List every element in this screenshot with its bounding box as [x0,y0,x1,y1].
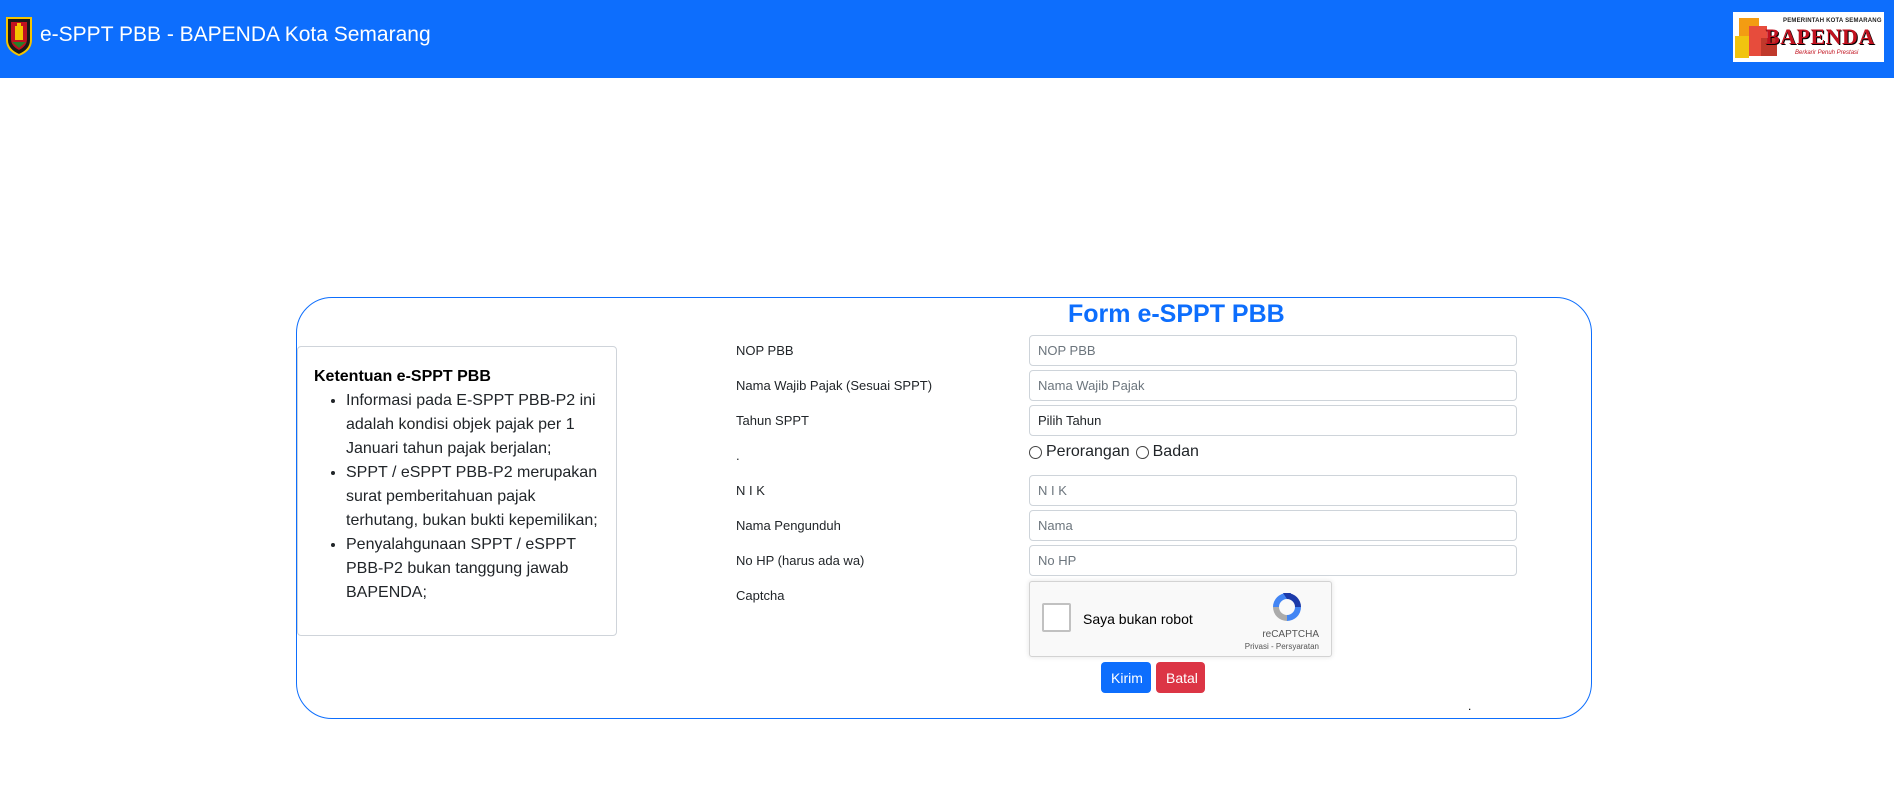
form-title: Form e-SPPT PBB [1068,300,1285,328]
nama-pengunduh-input[interactable] [1029,510,1517,541]
submit-button[interactable]: Kirim [1101,662,1151,693]
recaptcha-brand: reCAPTCHA [1262,629,1319,640]
info-title: Ketentuan e-SPPT PBB [314,368,491,385]
tahun-sppt-label: Tahun SPPT [736,413,809,428]
badan-radio-label[interactable]: Badan [1153,443,1199,461]
cancel-button[interactable]: Batal [1156,662,1205,693]
badan-radio[interactable] [1135,445,1149,459]
perorangan-radio-label[interactable]: Perorangan [1046,443,1130,461]
logo-main-text: BAPENDA [1765,24,1875,49]
taxpayer-type-radio-group: Perorangan Badan [1029,443,1199,461]
nik-label: N I K [736,483,765,498]
perorangan-radio[interactable] [1029,445,1042,459]
captcha-label: Captcha [736,588,785,603]
nik-input[interactable] [1029,475,1517,506]
nama-wajib-pajak-label: Nama Wajib Pajak (Sesuai SPPT) [736,378,933,393]
app-title: e-SPPT PBB - BAPENDA Kota Semarang [40,23,431,46]
info-item: SPPT / eSPPT PBB-P2 merupakan surat pemb… [346,461,602,533]
recaptcha-widget: Saya bukan robot reCAPTCHA Privasi - Per… [1029,581,1332,657]
info-item: Penyalahgunaan SPPT / eSPPT PBB-P2 bukan… [346,533,602,605]
top-navbar: e-SPPT PBB - BAPENDA Kota Semarang PEMER… [0,0,1894,78]
recaptcha-label: Saya bukan robot [1083,611,1193,627]
tahun-sppt-select[interactable]: Pilih Tahun [1029,405,1517,436]
no-hp-input[interactable] [1029,545,1517,576]
logo-tagline: Berkarir Penuh Prestasi [1795,50,1859,56]
bapenda-logo: PEMERINTAH KOTA SEMARANG BAPENDA Berkari… [1733,12,1884,62]
info-list: Informasi pada E-SPPT PBB-P2 ini adalah … [346,389,602,605]
no-hp-label: No HP (harus ada wa) [736,553,865,568]
tahun-sppt-selected: Pilih Tahun [1038,413,1102,428]
recaptcha-terms-link[interactable]: Privasi - Persyaratan [1245,642,1319,651]
info-box: Ketentuan e-SPPT PBB Informasi pada E-SP… [297,346,617,636]
nama-pengunduh-label: Nama Pengunduh [736,518,841,533]
city-emblem-icon [6,17,32,56]
type-label: . [736,448,740,463]
nop-label: NOP PBB [736,343,794,358]
footer-dot: . [1468,699,1472,713]
info-item: Informasi pada E-SPPT PBB-P2 ini adalah … [346,389,602,461]
nama-wajib-pajak-input[interactable] [1029,370,1517,401]
recaptcha-checkbox[interactable] [1042,603,1071,632]
recaptcha-icon [1273,593,1301,621]
nop-input[interactable] [1029,335,1517,366]
